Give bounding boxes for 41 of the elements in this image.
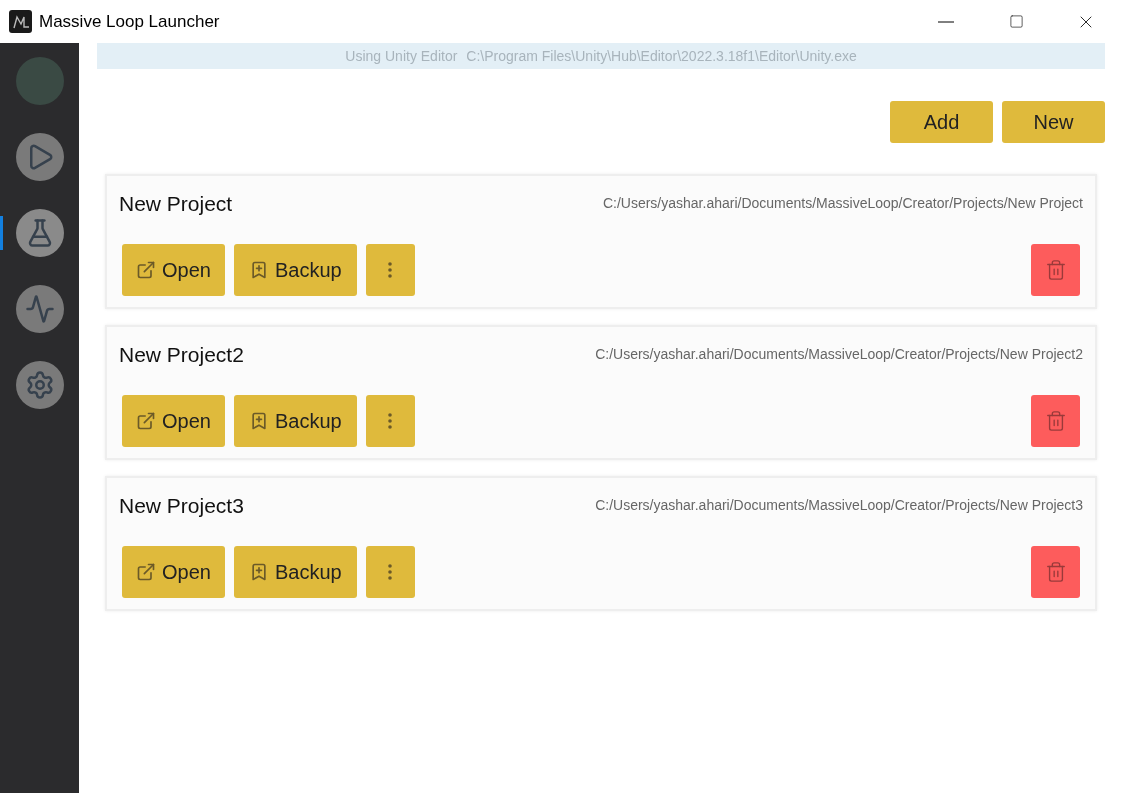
more-icon: [388, 563, 393, 580]
banner-label: Using Unity Editor: [345, 46, 458, 66]
editor-path: C:\Program Files\Unity\Hub\Editor\2022.3.18f1\Editor\Unity.exe: [466, 46, 857, 66]
project-path: C:/Users/yashar.ahari/Documents/MassiveLoop/Creator/Projects/New Project: [602, 194, 1083, 214]
delete-button[interactable]: [1031, 394, 1080, 447]
open-button[interactable]: Open: [122, 394, 225, 447]
external-link-icon: [136, 561, 156, 582]
trash-icon: [1044, 560, 1067, 583]
nav-button[interactable]: [15, 285, 64, 333]
app-logo-icon: [9, 10, 32, 33]
project-name: New Project3: [119, 493, 244, 519]
trash-icon: [1044, 409, 1067, 432]
header-button[interactable]: New: [1002, 101, 1105, 143]
delete-button[interactable]: [1031, 545, 1080, 598]
project-path: C:/Users/yashar.ahari/Documents/MassiveLoop/Creator/Projects/New Project3: [595, 496, 1083, 516]
project-name: New Project: [119, 191, 233, 217]
window-title: Massive Loop Launcher: [39, 10, 220, 33]
more-button[interactable]: [365, 545, 415, 598]
open-button[interactable]: Open: [122, 545, 225, 598]
project-path: C:/Users/yashar.ahari/Documents/MassiveLoop/Creator/Projects/New Project2: [595, 345, 1083, 365]
backup-button[interactable]: Backup: [233, 243, 357, 296]
settings-icon: [24, 370, 55, 400]
delete-button[interactable]: [1031, 243, 1080, 296]
backup-button[interactable]: Backup: [233, 545, 357, 598]
project-name: New Project2: [119, 342, 244, 368]
more-button[interactable]: [365, 394, 415, 447]
nav-button[interactable]: [15, 209, 64, 257]
header-button[interactable]: Add: [890, 101, 993, 143]
pulse-icon: [24, 294, 55, 324]
maximize-icon: [1008, 14, 1024, 29]
more-icon: [388, 261, 393, 278]
nav-button[interactable]: [15, 361, 64, 409]
open-button[interactable]: Open: [122, 243, 225, 296]
nav-button[interactable]: [15, 133, 64, 181]
more-icon: [388, 412, 393, 429]
minimize-icon: [938, 20, 954, 23]
backup-button[interactable]: Backup: [233, 394, 357, 447]
more-button[interactable]: [365, 243, 415, 296]
external-link-icon: [136, 410, 156, 431]
external-link-icon: [136, 259, 156, 280]
trash-icon: [1044, 258, 1067, 281]
